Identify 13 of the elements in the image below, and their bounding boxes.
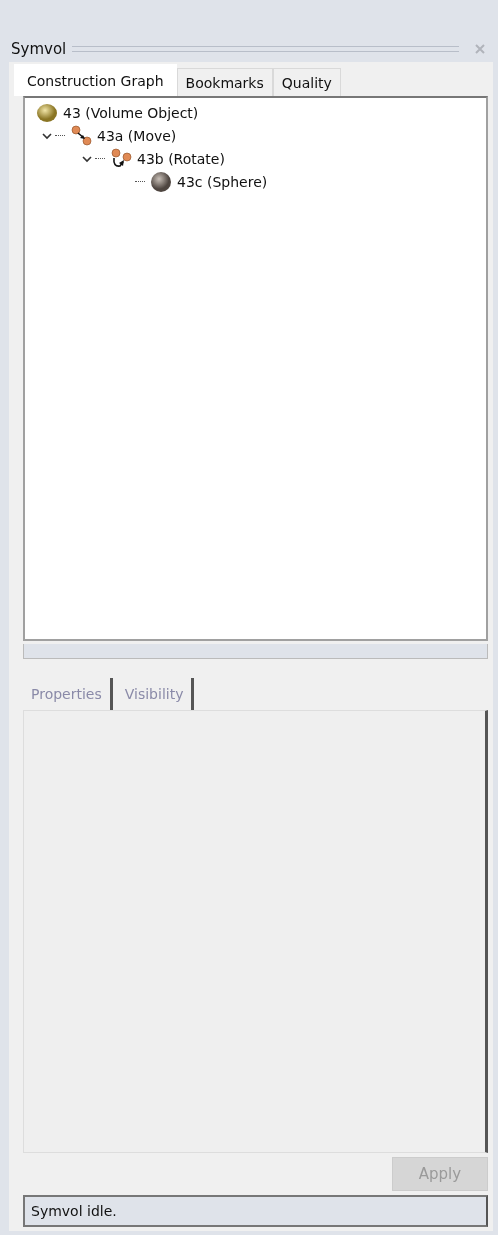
tab[interactable]: Quality	[272, 68, 341, 96]
tab[interactable]: Construction Graph	[14, 64, 177, 96]
tree-item[interactable]: 43b (Rotate)	[137, 150, 225, 167]
tab[interactable]: Bookmarks	[176, 68, 273, 96]
golden-ball-icon	[35, 101, 59, 124]
sphere-icon	[149, 170, 173, 193]
tree-item[interactable]: 43c (Sphere)	[177, 173, 268, 190]
status-bar: Symvol idle.	[23, 1195, 488, 1227]
tree-item[interactable]: 43a (Move)	[97, 127, 177, 144]
tree-item[interactable]: 43 (Volume Object)	[63, 104, 199, 121]
panel-title: Symvol	[11, 40, 67, 58]
move-icon	[69, 124, 93, 147]
rotate-icon	[109, 147, 133, 170]
